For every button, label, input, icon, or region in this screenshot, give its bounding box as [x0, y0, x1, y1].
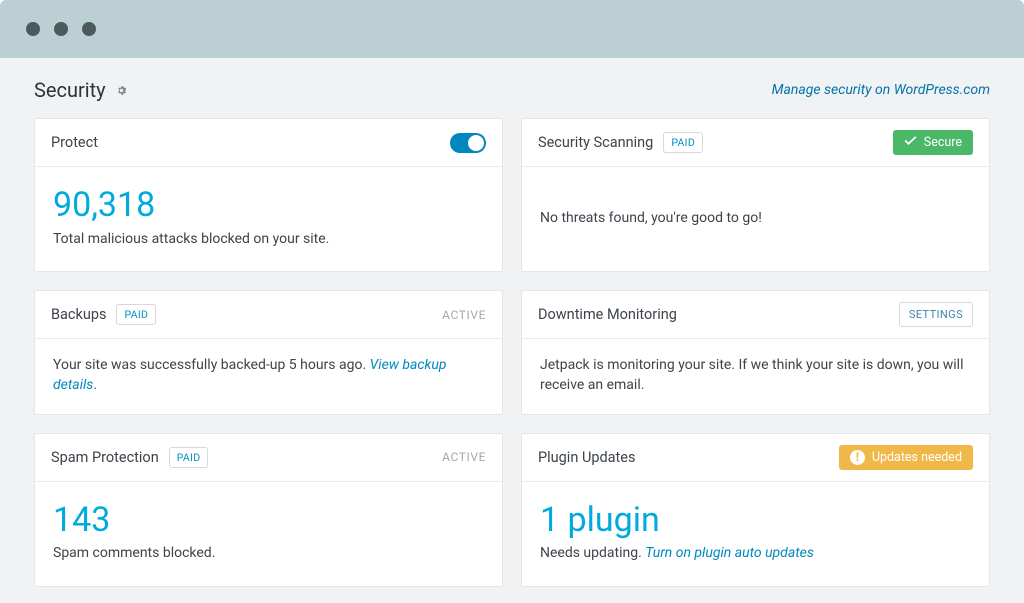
backups-body: Your site was successfully backed-up 5 h…	[53, 355, 484, 396]
manage-security-link[interactable]: Manage security on WordPress.com	[772, 82, 990, 98]
card-title: Spam Protection	[51, 449, 159, 466]
page-title-wrap: Security	[34, 78, 128, 102]
protect-caption: Total malicious attacks blocked on your …	[53, 229, 484, 249]
card-header: Downtime Monitoring SETTINGS	[522, 291, 989, 339]
card-spam-protection: Spam Protection PAID ACTIVE 143 Spam com…	[34, 433, 503, 587]
secure-badge-label: Secure	[924, 135, 962, 150]
card-title: Downtime Monitoring	[538, 306, 677, 323]
gear-icon[interactable]	[115, 84, 128, 97]
card-backups: Backups PAID ACTIVE Your site was succes…	[34, 290, 503, 415]
card-title: Backups	[51, 306, 106, 323]
plugins-count: 1 plugin	[540, 502, 971, 539]
downtime-body: Jetpack is monitoring your site. If we t…	[540, 355, 971, 396]
card-body: 1 plugin Needs updating. Turn on plugin …	[522, 482, 989, 586]
updates-needed-badge: ! Updates needed	[839, 445, 973, 470]
traffic-light-zoom[interactable]	[82, 22, 96, 36]
card-downtime-monitoring: Downtime Monitoring SETTINGS Jetpack is …	[521, 290, 990, 415]
protect-toggle[interactable]	[450, 133, 486, 153]
window-chrome	[0, 0, 1024, 58]
alert-icon: !	[850, 450, 865, 465]
paid-badge: PAID	[116, 304, 156, 325]
app-body: Security Manage security on WordPress.co…	[0, 58, 1024, 603]
card-header: Plugin Updates ! Updates needed	[522, 434, 989, 482]
backups-text: Your site was successfully backed-up 5 h…	[53, 357, 370, 373]
paid-badge: PAID	[663, 132, 703, 153]
card-body: Jetpack is monitoring your site. If we t…	[522, 339, 989, 414]
scanning-body: No threats found, you're good to go!	[540, 208, 971, 228]
check-icon	[904, 135, 917, 150]
page-title: Security	[34, 78, 106, 102]
plugins-caption: Needs updating. Turn on plugin auto upda…	[540, 543, 971, 563]
card-header: Protect	[35, 119, 502, 167]
updates-badge-label: Updates needed	[872, 450, 962, 465]
card-body: 143 Spam comments blocked.	[35, 482, 502, 586]
card-body: Your site was successfully backed-up 5 h…	[35, 339, 502, 414]
paid-badge: PAID	[169, 447, 209, 468]
traffic-light-close[interactable]	[26, 22, 40, 36]
card-protect: Protect 90,318 Total malicious attacks b…	[34, 118, 503, 272]
traffic-light-minimize[interactable]	[54, 22, 68, 36]
backups-period: .	[93, 377, 97, 393]
cards-grid: Protect 90,318 Total malicious attacks b…	[34, 118, 990, 587]
card-title: Protect	[51, 134, 98, 151]
protect-count: 90,318	[53, 187, 484, 224]
active-label: ACTIVE	[442, 308, 486, 322]
card-header: Spam Protection PAID ACTIVE	[35, 434, 502, 482]
card-plugin-updates: Plugin Updates ! Updates needed 1 plugin…	[521, 433, 990, 587]
plugin-auto-updates-link[interactable]: Turn on plugin auto updates	[645, 545, 814, 561]
card-title: Security Scanning	[538, 134, 653, 151]
page-header: Security Manage security on WordPress.co…	[34, 78, 990, 102]
settings-button[interactable]: SETTINGS	[899, 302, 973, 327]
card-header: Security Scanning PAID Secure	[522, 119, 989, 167]
card-header: Backups PAID ACTIVE	[35, 291, 502, 339]
active-label: ACTIVE	[442, 450, 486, 464]
card-body: No threats found, you're good to go!	[522, 167, 989, 271]
plugins-caption-text: Needs updating.	[540, 545, 645, 561]
card-title: Plugin Updates	[538, 449, 635, 466]
card-security-scanning: Security Scanning PAID Secure No threats…	[521, 118, 990, 272]
spam-caption: Spam comments blocked.	[53, 543, 484, 563]
card-body: 90,318 Total malicious attacks blocked o…	[35, 167, 502, 271]
secure-badge: Secure	[893, 130, 973, 155]
spam-count: 143	[53, 502, 484, 539]
